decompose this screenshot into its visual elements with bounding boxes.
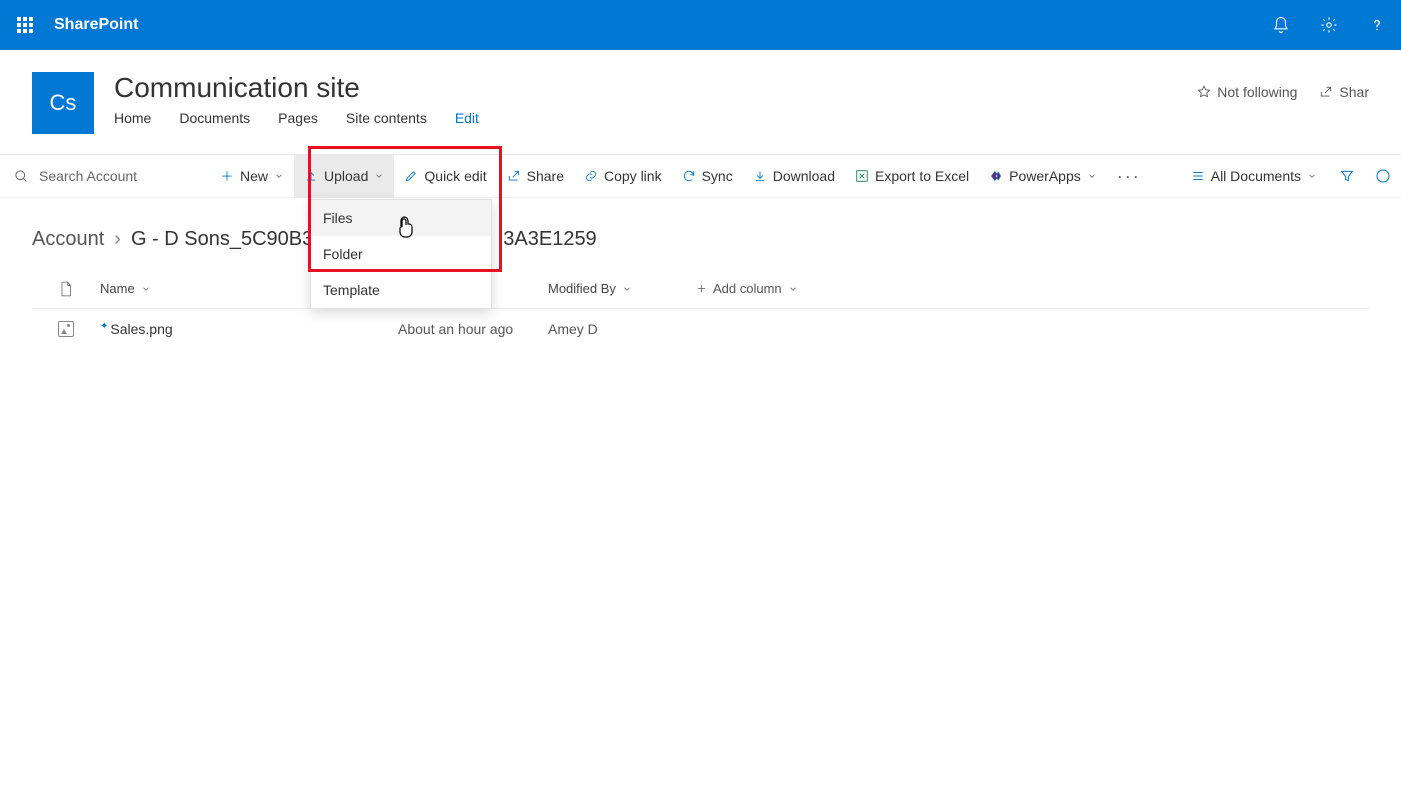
copy-link-button[interactable]: Copy link <box>574 154 672 198</box>
info-pane-button[interactable] <box>1365 154 1401 198</box>
help-button[interactable] <box>1353 0 1401 50</box>
chevron-down-icon <box>374 171 384 181</box>
upload-icon <box>304 169 318 183</box>
new-button[interactable]: New <box>210 154 294 198</box>
share-label: Share <box>527 168 564 184</box>
not-following-button[interactable]: Not following <box>1197 84 1297 100</box>
copy-link-label: Copy link <box>604 168 662 184</box>
sync-label: Sync <box>702 168 733 184</box>
powerapps-button[interactable]: PowerApps <box>979 154 1107 198</box>
image-file-icon <box>58 321 74 337</box>
row-modified-by[interactable]: Amey D <box>548 321 696 337</box>
site-title: Communication site <box>114 72 1177 104</box>
table-header: Name Modified Modified By Add column <box>32 269 1369 309</box>
filter-button[interactable] <box>1329 154 1365 198</box>
more-commands-button[interactable]: ··· <box>1107 154 1151 198</box>
row-file-name[interactable]: ✦Sales.png <box>100 321 398 337</box>
notifications-button[interactable] <box>1257 0 1305 50</box>
table-row[interactable]: ✦Sales.png About an hour ago Amey D <box>32 309 1369 349</box>
nav-edit-link[interactable]: Edit <box>455 110 479 126</box>
not-following-label: Not following <box>1217 84 1297 100</box>
quick-edit-label: Quick edit <box>424 168 486 184</box>
link-icon <box>584 169 598 183</box>
file-icon <box>59 281 73 297</box>
waffle-icon <box>17 17 33 33</box>
gear-icon <box>1320 16 1338 34</box>
chevron-down-icon <box>1087 171 1097 181</box>
share-button[interactable]: Share <box>497 154 574 198</box>
column-header-type[interactable] <box>32 281 100 297</box>
document-list: Name Modified Modified By Add column ✦Sa… <box>32 269 1369 349</box>
quick-edit-button[interactable]: Quick edit <box>394 154 496 198</box>
share-site-label: Shar <box>1339 84 1369 100</box>
powerapps-icon <box>989 169 1003 183</box>
upload-menu-template[interactable]: Template <box>311 272 491 308</box>
share-site-button[interactable]: Shar <box>1319 84 1369 100</box>
filter-icon <box>1339 168 1355 184</box>
download-icon <box>753 169 767 183</box>
export-excel-button[interactable]: Export to Excel <box>845 154 979 198</box>
nav-site-contents[interactable]: Site contents <box>346 110 427 126</box>
download-button[interactable]: Download <box>743 154 845 198</box>
add-column-button[interactable]: Add column <box>696 281 798 296</box>
search-placeholder: Search Account <box>39 168 137 184</box>
new-indicator-icon: ✦ <box>100 321 108 332</box>
list-icon <box>1191 169 1205 183</box>
nav-home[interactable]: Home <box>114 110 151 126</box>
upload-label: Upload <box>324 168 368 184</box>
settings-button[interactable] <box>1305 0 1353 50</box>
star-icon <box>1197 85 1211 99</box>
chevron-right-icon: › <box>114 228 121 251</box>
upload-button[interactable]: Upload <box>294 154 394 198</box>
site-header: Cs Communication site Home Documents Pag… <box>0 50 1401 134</box>
chevron-down-icon <box>788 284 798 294</box>
new-label: New <box>240 168 268 184</box>
row-file-type <box>32 321 100 337</box>
column-header-modified-by[interactable]: Modified By <box>548 281 696 296</box>
pencil-icon <box>404 169 418 183</box>
site-nav: Home Documents Pages Site contents Edit <box>114 110 1177 126</box>
upload-menu-files[interactable]: Files <box>311 200 491 236</box>
upload-dropdown: Files Folder Template <box>310 199 492 309</box>
view-selector[interactable]: All Documents <box>1179 168 1329 184</box>
plus-icon <box>220 169 234 183</box>
powerapps-label: PowerApps <box>1009 168 1081 184</box>
nav-pages[interactable]: Pages <box>278 110 318 126</box>
chevron-down-icon <box>622 284 632 294</box>
search-icon <box>14 169 29 184</box>
brand-label[interactable]: SharePoint <box>50 16 138 34</box>
info-icon <box>1375 168 1391 184</box>
share-arrow-icon <box>1319 85 1333 99</box>
chevron-down-icon <box>1307 171 1317 181</box>
plus-icon <box>696 283 707 294</box>
suite-bar: SharePoint <box>0 0 1401 50</box>
sync-icon <box>682 169 696 183</box>
upload-menu-folder[interactable]: Folder <box>311 236 491 272</box>
bell-icon <box>1272 16 1290 34</box>
chevron-down-icon <box>274 171 284 181</box>
share-icon <box>507 169 521 183</box>
view-selector-label: All Documents <box>1211 168 1301 184</box>
search-box[interactable]: Search Account <box>0 168 210 184</box>
breadcrumb-library[interactable]: Account <box>32 228 104 251</box>
nav-documents[interactable]: Documents <box>179 110 250 126</box>
site-logo[interactable]: Cs <box>32 72 94 134</box>
export-excel-label: Export to Excel <box>875 168 969 184</box>
chevron-down-icon <box>141 284 151 294</box>
download-label: Download <box>773 168 835 184</box>
breadcrumb: Account › G - D Sons_5C90B33A3E1259 <box>0 198 1401 255</box>
help-icon <box>1368 16 1386 34</box>
sync-button[interactable]: Sync <box>672 154 743 198</box>
command-bar: Search Account New Upload Quick edit Sha… <box>0 154 1401 198</box>
row-modified: About an hour ago <box>398 321 548 337</box>
app-launcher-button[interactable] <box>0 0 50 50</box>
excel-icon <box>855 169 869 183</box>
